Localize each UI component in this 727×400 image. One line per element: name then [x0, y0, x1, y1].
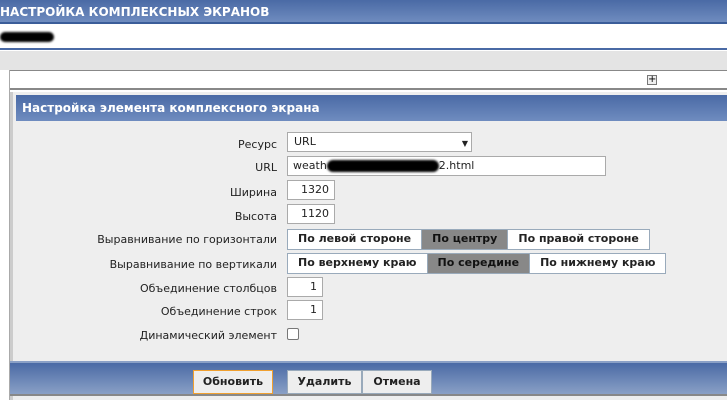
halign-right-button[interactable]: По правой стороне — [508, 230, 649, 249]
width-input[interactable]: 1320 — [287, 180, 335, 200]
rowspan-input[interactable]: 1 — [287, 300, 323, 320]
halign-center-button[interactable]: По центру — [422, 230, 509, 249]
redaction — [0, 32, 54, 42]
valign-label: Выравнивание по вертикали — [109, 258, 277, 271]
valign-bottom-button[interactable]: По нижнему краю — [530, 254, 666, 273]
halign-left-button[interactable]: По левой стороне — [288, 230, 423, 249]
rowspan-label: Объединение строк — [160, 305, 277, 318]
delete-button[interactable]: Удалить — [287, 370, 362, 394]
halign-segmented: По левой стороне По центру По правой сто… — [287, 229, 650, 250]
update-button[interactable]: Обновить — [193, 370, 273, 394]
url-label: URL — [255, 161, 277, 174]
plus-icon[interactable]: + — [647, 75, 657, 85]
redacted-subtitle — [0, 24, 727, 50]
height-input[interactable]: 1120 — [287, 204, 335, 224]
page-title: НАСТРОЙКА КОМПЛЕКСНЫХ ЭКРАНОВ — [0, 0, 727, 24]
colspan-label: Объединение столбцов — [139, 282, 277, 295]
url-value-end: 2.html — [438, 159, 475, 172]
cancel-button[interactable]: Отмена — [362, 370, 432, 394]
resource-select[interactable]: URL ▼ — [287, 132, 472, 152]
valign-segmented: По верхнему краю По середине По нижнему … — [287, 253, 667, 274]
url-input[interactable]: weath 2.html — [287, 156, 606, 176]
valign-middle-button[interactable]: По середине — [427, 254, 531, 273]
chevron-down-icon: ▼ — [461, 139, 468, 148]
colspan-input[interactable]: 1 — [287, 277, 323, 297]
layout-row — [0, 70, 727, 90]
resource-label: Ресурс — [238, 138, 277, 151]
halign-label: Выравнивание по горизонтали — [97, 233, 277, 246]
url-value-start: weath — [293, 159, 327, 172]
form-title: Настройка элемента комплексного экрана — [16, 95, 727, 121]
toolbar-band — [0, 51, 727, 70]
dynamic-checkbox[interactable] — [287, 328, 299, 340]
left-cell — [0, 70, 10, 400]
valign-top-button[interactable]: По верхнему краю — [288, 254, 428, 273]
redaction — [326, 160, 439, 172]
form-footer: Обновить Удалить Отмена — [10, 361, 727, 396]
dynamic-label: Динамический элемент — [139, 329, 277, 342]
height-label: Высота — [234, 210, 277, 223]
width-label: Ширина — [230, 186, 277, 199]
resource-value: URL — [294, 135, 316, 148]
